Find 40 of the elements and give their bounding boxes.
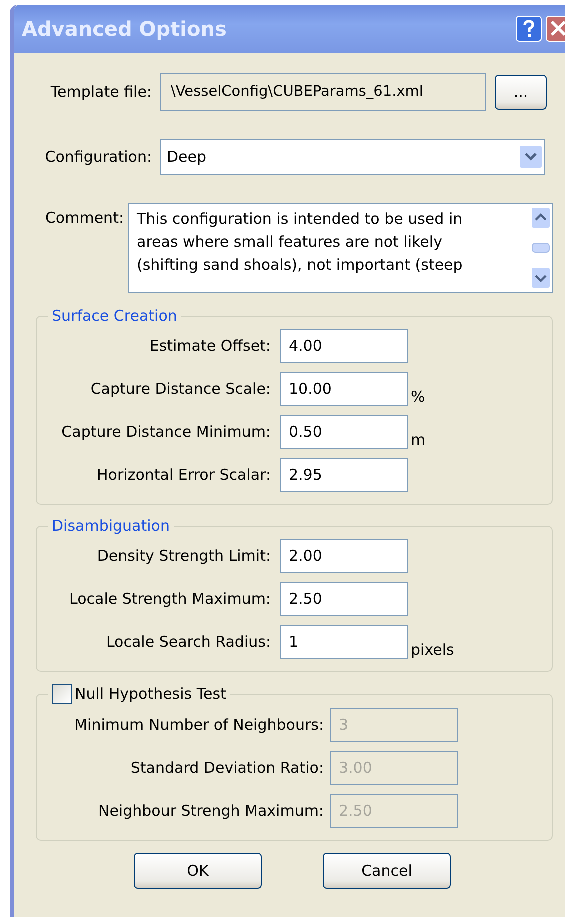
input-field[interactable]: 0.50 <box>280 415 408 449</box>
field-label: Horizontal Error Scalar: <box>96 466 272 484</box>
dialog-button[interactable]: OK <box>134 853 262 889</box>
field-label: Locale Strength Maximum: <box>68 590 272 608</box>
unit-label: pixels <box>411 641 454 659</box>
section-title: Surface Creation <box>52 307 178 325</box>
checkbox[interactable] <box>52 684 72 704</box>
input-field[interactable]: 2.50 <box>280 582 408 616</box>
scroll-thumb-icon[interactable] <box>532 243 550 253</box>
field-label: Neighbour Strengh Maximum: <box>97 802 325 820</box>
scroll-up-icon[interactable] <box>532 208 550 228</box>
field-label: Capture Distance Scale: <box>90 380 272 398</box>
window-title: Advanced Options <box>22 17 228 41</box>
input-field[interactable]: 1 <box>280 625 408 659</box>
field-label: Comment: <box>44 209 125 227</box>
comment-text-area[interactable]: This configuration is intended to be used in areas where small features are not likely (shifting sand shoals), not important (steep <box>128 203 553 293</box>
input-field[interactable]: 2.00 <box>280 539 408 573</box>
field-label: Density Strength Limit: <box>96 547 272 565</box>
comment-text: This configuration is intended to be used in areas where small features are not likely (shifting sand shoals), not important (steep <box>137 209 463 276</box>
section-title: Disambiguation <box>52 517 170 535</box>
unit-label: m <box>411 431 426 449</box>
input-field[interactable]: 4.00 <box>280 329 408 363</box>
close-icon[interactable] <box>546 16 565 42</box>
help-icon[interactable] <box>516 16 542 42</box>
field-label: Template file: <box>50 83 153 101</box>
field-label: Configuration: <box>44 148 153 166</box>
unit-label: % <box>411 388 426 406</box>
file-path-field[interactable]: \VesselConfig\CUBEParams_61.xml <box>160 73 486 111</box>
configuration-dropdown[interactable]: Deep <box>160 139 545 175</box>
field-label: Minimum Number of Neighbours: <box>74 716 325 734</box>
field-label: Capture Distance Minimum: <box>60 423 272 441</box>
field-label: Locale Search Radius: <box>105 633 272 651</box>
field-label: Standard Deviation Ratio: <box>130 759 325 777</box>
browse-button[interactable]: ... <box>495 74 547 110</box>
scroll-down-icon[interactable] <box>532 268 550 288</box>
dialog-button[interactable]: Cancel <box>323 853 451 889</box>
field-label: Estimate Offset: <box>148 337 272 355</box>
input-field[interactable]: 2.95 <box>280 458 408 492</box>
checkbox-label[interactable]: Null Hypothesis Test <box>75 685 226 703</box>
input-field[interactable]: 10.00 <box>280 372 408 406</box>
